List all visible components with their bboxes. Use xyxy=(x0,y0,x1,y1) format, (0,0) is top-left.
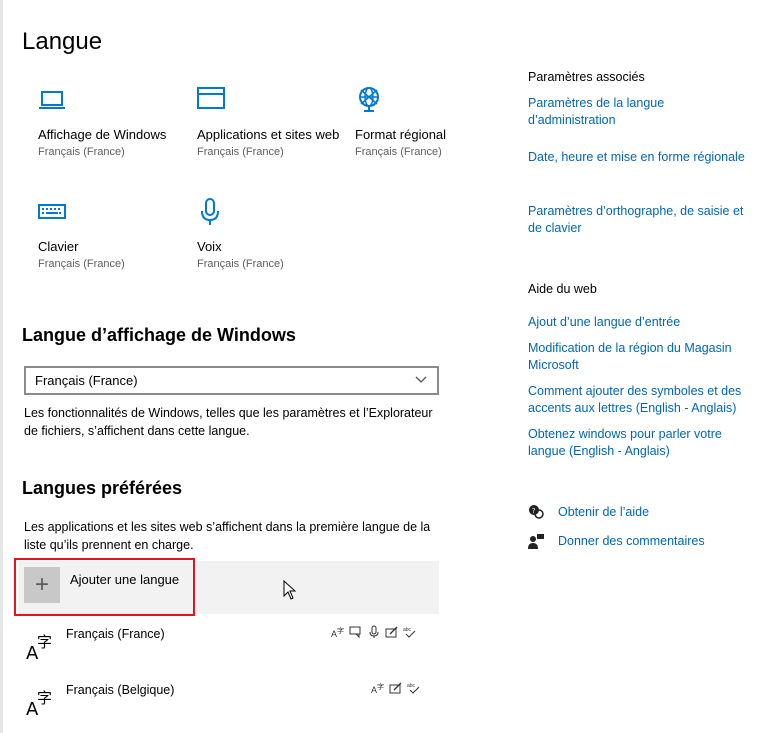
globe-icon xyxy=(359,87,379,112)
window-left-edge xyxy=(0,0,3,733)
give-feedback-label: Donner des commentaires xyxy=(558,534,705,548)
link-change-store-region[interactable]: Modification de la région du Magasin Mic… xyxy=(528,340,753,374)
tile-title: Clavier xyxy=(38,239,79,254)
speech-feature-icon xyxy=(349,626,361,639)
tile-apps-websites[interactable]: Applications et sites web Français (Fran… xyxy=(197,86,347,160)
preferred-languages-heading: Langues préférées xyxy=(22,478,183,498)
display-language-feature-icon: A字 xyxy=(371,682,384,695)
svg-text:字: 字 xyxy=(37,689,52,707)
tile-subtitle: Français (France) xyxy=(38,258,125,270)
get-help-label: Obtenir de l’aide xyxy=(558,505,650,519)
svg-text:字: 字 xyxy=(337,626,344,635)
tile-subtitle: Français (France) xyxy=(197,146,284,158)
svg-text:abc: abc xyxy=(407,683,416,689)
laptop-icon xyxy=(39,91,65,109)
keyboard-icon xyxy=(38,204,66,219)
handwriting-feature-icon xyxy=(385,626,398,638)
feedback-person-icon xyxy=(528,534,544,549)
svg-text:字: 字 xyxy=(37,633,52,651)
highlight-box xyxy=(14,558,195,616)
microphone-icon xyxy=(201,198,219,225)
page-title: Langue xyxy=(22,28,103,55)
svg-text:字: 字 xyxy=(377,682,384,691)
tile-subtitle: Français (France) xyxy=(38,146,125,158)
tile-windows-display[interactable]: Affichage de Windows Français (France) xyxy=(38,86,188,160)
tile-title: Voix xyxy=(197,239,222,254)
language-name: Français (Belgique) xyxy=(66,683,175,697)
spellcheck-feature-icon: abc xyxy=(407,683,420,694)
tile-title: Format régional xyxy=(355,127,447,142)
tile-keyboard[interactable]: Clavier Français (France) xyxy=(38,198,188,272)
language-features: A字 abc xyxy=(371,681,421,695)
language-features: A字 abc xyxy=(331,625,417,639)
language-icon: A 字 xyxy=(26,633,52,661)
display-language-value: Français (France) xyxy=(35,373,138,388)
microphone-feature-icon xyxy=(369,625,379,638)
language-item-fr-be[interactable]: A 字 Français (Belgique) A字 abc xyxy=(26,681,441,723)
tile-title: Applications et sites web xyxy=(197,127,340,142)
display-language-select[interactable]: Français (France) xyxy=(24,366,439,395)
link-add-symbols-accents[interactable]: Comment ajouter des symboles et des acce… xyxy=(528,383,753,417)
tile-subtitle: Français (France) xyxy=(197,258,284,270)
link-add-input-language[interactable]: Ajout d’une langue d’entrée xyxy=(528,314,753,331)
related-settings-heading: Paramètres associés xyxy=(528,70,645,84)
language-icon: A 字 xyxy=(26,689,52,717)
link-get-windows-speak-language[interactable]: Obtenez windows pour parler votre langue… xyxy=(528,426,753,460)
web-help-heading: Aide du web xyxy=(528,282,597,296)
tile-title: Affichage de Windows xyxy=(38,127,167,142)
svg-text:abc: abc xyxy=(403,627,412,633)
link-spelling-typing-keyboard[interactable]: Paramètres d’orthographe, de saisie et d… xyxy=(528,203,753,237)
give-feedback-link[interactable]: Donner des commentaires xyxy=(528,533,705,549)
mouse-cursor-icon xyxy=(283,580,297,600)
tile-subtitle: Français (France) xyxy=(355,146,442,158)
link-date-time-regional[interactable]: Date, heure et mise en forme régionale xyxy=(528,149,753,166)
display-language-feature-icon: A字 xyxy=(331,626,344,639)
link-admin-language-settings[interactable]: Paramètres de la langue d’administration xyxy=(528,95,753,129)
get-help-link[interactable]: ? Obtenir de l’aide xyxy=(528,504,649,520)
tile-voice[interactable]: Voix Français (France) xyxy=(197,198,347,272)
display-language-heading: Langue d’affichage de Windows xyxy=(22,325,296,345)
display-language-description: Les fonctionnalités de Windows, telles q… xyxy=(24,406,433,438)
tile-regional-format[interactable]: Format régional Français (France) xyxy=(355,86,505,160)
spellcheck-feature-icon: abc xyxy=(403,627,416,638)
language-item-fr-fr[interactable]: A 字 Français (France) A字 abc xyxy=(26,625,441,667)
chevron-down-icon xyxy=(415,376,427,383)
handwriting-feature-icon xyxy=(389,682,402,694)
preferred-languages-description: Les applications et les sites web s’affi… xyxy=(24,520,431,552)
language-name: Français (France) xyxy=(66,627,165,641)
window-icon xyxy=(197,87,225,109)
help-chat-icon: ? xyxy=(529,505,544,519)
